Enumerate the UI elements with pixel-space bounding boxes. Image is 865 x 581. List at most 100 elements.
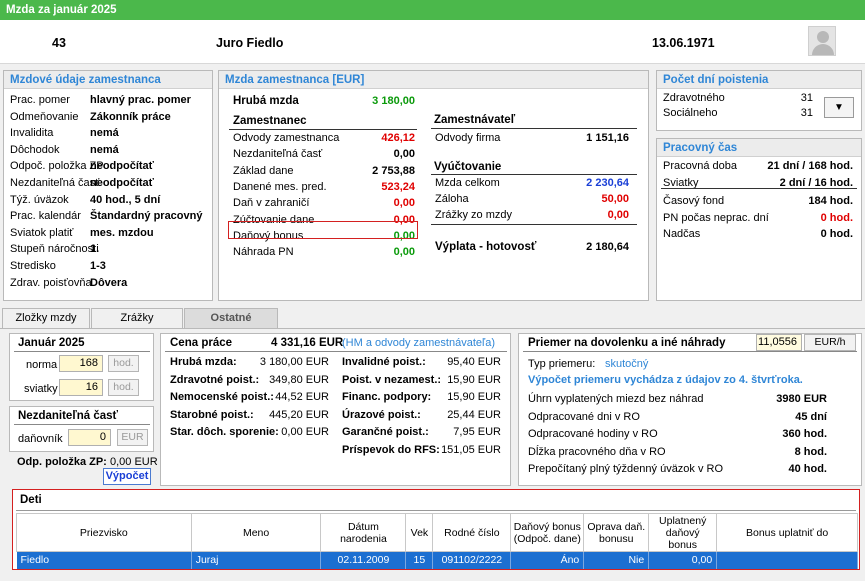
cena-row: Garančné poist.: 7,95 EUR bbox=[161, 425, 510, 440]
mzdove-value: neodpočítať bbox=[90, 160, 154, 173]
hruba-mzda-label: Hrubá mzda bbox=[233, 95, 299, 107]
vypocet-button[interactable]: Výpočet bbox=[103, 468, 151, 485]
odp-polozka-label: Odp. položka ZP: bbox=[17, 456, 107, 468]
priemer-label: Odpracované hodiny v RO bbox=[528, 428, 658, 440]
mzdove-label: Prac. kalendár bbox=[10, 210, 81, 223]
zamestnanec-label: Náhrada PN bbox=[233, 246, 294, 259]
sviatky-input[interactable]: 16 bbox=[59, 379, 103, 396]
mzdove-row: Zdrav. poisťovňa Dôvera bbox=[4, 276, 212, 291]
table-cell bbox=[716, 551, 858, 569]
danovnik-eur-button[interactable]: EUR bbox=[117, 429, 148, 446]
pracovny-value: 0 hod. bbox=[820, 211, 853, 224]
eur-per-hour-button[interactable]: EUR/h bbox=[804, 334, 856, 351]
danovnik-label: daňovník bbox=[18, 433, 63, 445]
pocet-dni-poistenia-panel: Počet dní poistenia Zdravotného 31 Sociá… bbox=[656, 70, 862, 131]
pracovny-cas-panel: Pracovný čas Pracovná doba 21 dní / 168 … bbox=[656, 138, 862, 301]
priemer-value: 8 hod. bbox=[794, 445, 827, 458]
pracovny-value: 184 hod. bbox=[808, 195, 853, 207]
table-cell: Nie bbox=[583, 551, 650, 569]
odvody-firma-value: 1 151,16 bbox=[586, 132, 629, 144]
cena-label: Invalidné poist.: bbox=[342, 356, 426, 368]
mzdove-value: hlavný prac. pomer bbox=[90, 94, 191, 106]
cena-row: Príspevok do RFS: 151,05 EUR bbox=[161, 443, 510, 458]
cena-value: 15,90 EUR bbox=[447, 391, 501, 403]
januar-title: Január 2025 bbox=[18, 337, 85, 349]
pracovny-row: Nadčas 0 hod. bbox=[657, 227, 861, 242]
cena-value: 7,95 EUR bbox=[453, 426, 501, 438]
priemer-row: Úhrn vyplatených miezd bez náhrad 3980 E… bbox=[519, 392, 861, 407]
pracovny-label: Pracovná doba bbox=[663, 160, 737, 172]
column-header[interactable]: Bonus uplatniť do bbox=[716, 513, 858, 552]
column-header[interactable]: Priezvisko bbox=[16, 513, 192, 552]
typ-priemeru-value[interactable]: skutočný bbox=[605, 358, 648, 370]
pracovny-row: PN počas neprac. dní 0 hod. bbox=[657, 211, 861, 226]
cena-row: Invalidné poist.: 95,40 EUR bbox=[161, 355, 510, 370]
column-header[interactable]: Meno bbox=[190, 513, 322, 552]
zamestnanec-label: Odvody zamestnanca bbox=[233, 132, 340, 144]
table-cell: Fiedlo bbox=[16, 551, 192, 569]
cena-prace-note: (HM a odvody zamestnávateľa) bbox=[342, 337, 495, 349]
mzdove-value: neodpočítať bbox=[90, 177, 154, 189]
table-row[interactable]: Fiedlo Juraj 02.11.2009 15 091102/2222 Áno Nie… bbox=[16, 551, 858, 569]
cena-label: Úrazové poist.: bbox=[342, 408, 421, 421]
mzdove-label: Prac. pomer bbox=[10, 94, 70, 106]
cena-row: Financ. podpory: 15,90 EUR bbox=[161, 390, 510, 405]
tab-ostatne[interactable]: Ostatné bbox=[184, 308, 278, 329]
column-header[interactable]: Dátum narodenia bbox=[320, 513, 407, 552]
column-header[interactable]: Daňový bonus (Odpoč. dane) bbox=[510, 513, 585, 552]
tab-zlozky-mzdy[interactable]: Zložky mzdy bbox=[2, 308, 90, 329]
tab-zrazky[interactable]: Zrážky bbox=[91, 308, 183, 329]
mzdove-row: Sviatok platiť mes. mzdou bbox=[4, 226, 212, 241]
priemer-info: Výpočet priemeru vychádza z údajov zo 4.… bbox=[528, 374, 803, 386]
column-header[interactable]: Uplatnený daňový bonus bbox=[648, 513, 718, 552]
table-cell: Juraj bbox=[191, 551, 322, 569]
mzdove-value: mes. mzdou bbox=[90, 226, 154, 239]
typ-priemeru-label: Typ priemeru: bbox=[528, 358, 596, 370]
nezdanitelna-cast-panel: Nezdaniteľná časť daňovník 0 EUR bbox=[9, 406, 154, 452]
priemer-value: 45 dní bbox=[795, 410, 827, 423]
mzdove-row: Prac. kalendár Štandardný pracovný bbox=[4, 209, 212, 224]
mzdove-row: Stupeň náročnosti 1. bbox=[4, 242, 212, 257]
mzdove-row: Týž. úväzok 40 hod., 5 dní bbox=[4, 193, 212, 208]
danovnik-input[interactable]: 0 bbox=[68, 429, 111, 446]
mzdove-label: Nezdaniteľná časť bbox=[10, 177, 100, 189]
priemer-title: Priemer na dovolenku a iné náhrady bbox=[528, 337, 726, 349]
deti-panel: Deti Priezvisko Meno Dátum narodenia Vek Rod… bbox=[12, 489, 860, 570]
vyuctovanie-row: Mzda celkom 2 230,64 bbox=[219, 176, 648, 191]
zamestnanec-value: 0,00 bbox=[393, 148, 415, 161]
pracovny-row: Časový fond 184 hod. bbox=[657, 194, 861, 209]
cena-label: Financ. podpory: bbox=[342, 391, 432, 403]
vyuctovanie-value: 0,00 bbox=[607, 209, 629, 221]
norma-input[interactable]: 168 bbox=[59, 355, 103, 372]
deti-table: Priezvisko Meno Dátum narodenia Vek Rodné čí… bbox=[16, 513, 858, 569]
priemer-value: 3980 EUR bbox=[776, 393, 827, 405]
mzdove-value: nemá bbox=[90, 127, 119, 140]
sviatky-hod-button[interactable]: hod. bbox=[108, 379, 139, 396]
odp-polozka-value: 0,00 EUR bbox=[110, 456, 158, 468]
column-header[interactable]: Rodné číslo bbox=[432, 513, 512, 552]
mzdove-row: Prac. pomer hlavný prac. pomer bbox=[4, 93, 212, 108]
vyplata-value: 2 180,64 bbox=[586, 241, 629, 253]
table-cell: 15 bbox=[405, 551, 434, 569]
priemer-value: 360 hod. bbox=[782, 428, 827, 440]
pracovny-label: Nadčas bbox=[663, 228, 701, 240]
expand-dropdown-button[interactable]: ▼ bbox=[824, 97, 854, 118]
avatar-icon[interactable] bbox=[808, 26, 836, 56]
norma-label: norma bbox=[26, 359, 58, 371]
cena-prace-panel: Cena práce 4 331,16 EUR (HM a odvody zam… bbox=[160, 333, 511, 486]
priemer-row: Prepočítaný plný týždenný úväzok v RO 40… bbox=[519, 462, 861, 477]
poistenie-label: Zdravotného bbox=[663, 92, 725, 104]
poistenie-value: 31 bbox=[800, 92, 813, 104]
norma-hod-button[interactable]: hod. bbox=[108, 355, 139, 372]
vyuctovanie-heading: Vyúčtovanie bbox=[434, 161, 502, 173]
zamestnanec-label: Nezdaniteľná časť bbox=[233, 148, 323, 161]
mzdove-udaje-panel: Mzdové údaje zamestnanca Prac. pomer hla… bbox=[3, 70, 213, 301]
priemer-label: Prepočítaný plný týždenný úväzok v RO bbox=[528, 463, 724, 475]
column-header[interactable]: Oprava daň. bonusu bbox=[583, 513, 650, 552]
cena-row: Úrazové poist.: 25,44 EUR bbox=[161, 408, 510, 423]
column-header[interactable]: Vek bbox=[405, 513, 434, 552]
priemer-label: Dĺžka pracovného dňa v RO bbox=[528, 445, 666, 458]
mzdove-row: Odpoč. položka ZP neodpočítať bbox=[4, 159, 212, 174]
mzdove-value: 40 hod., 5 dní bbox=[90, 193, 161, 206]
priemer-rate-input[interactable]: 11,0556 bbox=[756, 334, 802, 351]
